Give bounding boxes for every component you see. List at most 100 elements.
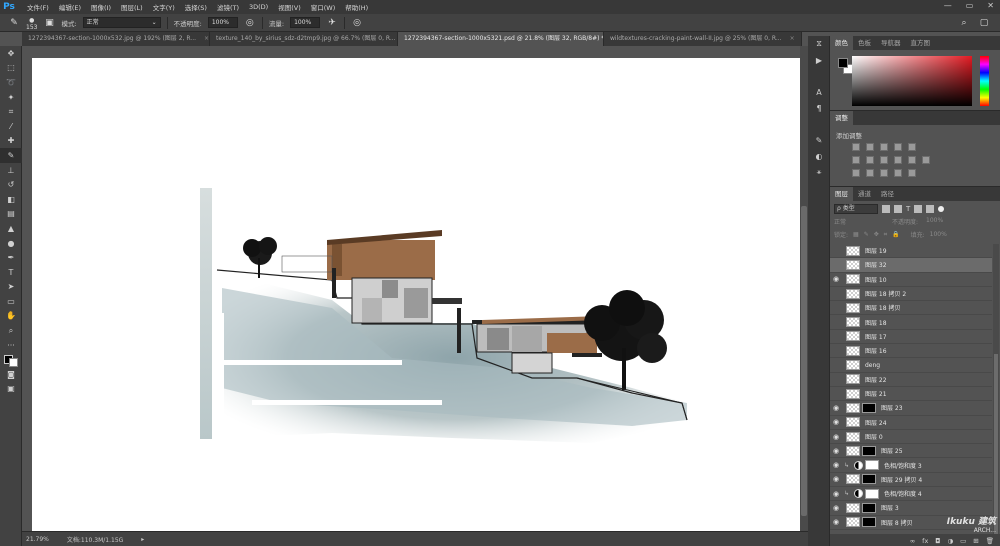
fill-value[interactable]: 100% [930,231,947,238]
layer-name[interactable]: 色相/饱和度 4 [884,489,922,498]
filter-shape-icon[interactable] [914,205,923,213]
filter-adjustment-icon[interactable] [894,205,902,213]
layer-name[interactable]: deng [865,362,880,369]
tab-navigator[interactable]: 导航器 [876,36,906,50]
filter-smart-icon[interactable] [926,205,935,213]
black-white-icon[interactable] [880,156,888,164]
layer-row[interactable]: 图层 18 拷贝 [830,301,992,316]
brush-tool-icon[interactable]: ✎ [8,17,20,29]
layer-name[interactable]: 图层 29 拷贝 4 [881,475,922,484]
menu-filter[interactable]: 滤镜(T) [212,2,244,12]
layer-row[interactable]: ◉ 图层 10 [830,273,992,287]
airbrush-icon[interactable]: ✈ [326,17,338,29]
lock-all-icon[interactable]: 🔒 [892,231,899,238]
canvas-vertical-scrollbar[interactable] [800,46,808,531]
tab-histogram[interactable]: 直方图 [906,36,936,50]
visibility-eye-icon[interactable]: ◉ [830,415,842,429]
layer-name[interactable]: 图层 21 [865,389,887,398]
layer-row[interactable]: ◉ 图层 25 [830,444,992,459]
layer-thumbnail[interactable] [846,288,860,299]
layer-opacity-value[interactable]: 100% [926,217,943,226]
visibility-eye-icon[interactable] [830,358,842,372]
layer-style-icon[interactable]: fx [922,537,928,545]
pressure-opacity-icon[interactable]: ◎ [244,17,256,29]
tab-paths[interactable]: 路径 [876,187,899,201]
layer-thumbnail[interactable] [846,517,860,528]
layer-row[interactable]: 图层 32 [830,258,992,273]
character-icon[interactable]: A [808,84,830,100]
lock-move-icon[interactable]: ✥ [874,231,879,238]
brush-preset-picker[interactable]: ● 153 [26,17,37,31]
layer-mask-thumbnail[interactable] [865,460,879,471]
menu-view[interactable]: 视图(V) [273,2,306,12]
tab-adjustments[interactable]: 调整 [830,111,853,125]
layer-name[interactable]: 图层 3 [881,503,899,512]
visibility-eye-icon[interactable] [830,301,842,315]
layer-thumbnail[interactable] [846,360,860,371]
layer-thumbnail[interactable] [846,317,860,328]
pen-tool-icon[interactable]: ✒ [0,250,22,265]
layer-thumbnail[interactable] [846,331,860,342]
history-brush-tool-icon[interactable]: ↺ [0,177,22,192]
type-tool-icon[interactable]: T [0,265,22,280]
new-group-icon[interactable]: ▭ [960,537,966,545]
crop-tool-icon[interactable]: ⌗ [0,104,22,119]
link-layers-icon[interactable]: ∞ [910,537,915,545]
filter-type-icon[interactable]: T [906,205,910,213]
visibility-eye-icon[interactable]: ◉ [830,444,842,458]
visibility-eye-icon[interactable]: ◉ [830,458,842,472]
eraser-tool-icon[interactable]: ◧ [0,192,22,207]
layer-name[interactable]: 图层 8 拷贝 [881,518,913,527]
channel-mixer-icon[interactable] [908,156,916,164]
tab-document-2[interactable]: texture_140_by_sirius_sdz-d2tmp9.jpg @ 6… [210,32,398,46]
visibility-eye-icon[interactable] [830,372,842,386]
lasso-tool-icon[interactable]: ➰ [0,75,22,90]
menu-layer[interactable]: 图层(L) [116,2,148,12]
canvas-area[interactable] [22,46,802,531]
lock-paint-icon[interactable]: ✎ [864,231,869,238]
layer-name[interactable]: 图层 17 [865,332,887,341]
layer-name[interactable]: 图层 25 [881,446,903,455]
layer-mask-thumbnail[interactable] [865,488,879,499]
layer-name[interactable]: 图层 24 [865,418,887,427]
visibility-eye-icon[interactable]: ◉ [830,472,842,486]
layer-row[interactable]: 图层 16 [830,344,992,359]
foreground-background-color[interactable] [0,352,22,368]
workspace-icon[interactable]: ▢ [978,17,990,29]
menu-3d[interactable]: 3D(D) [244,3,273,11]
color-balance-icon[interactable] [866,156,874,164]
delete-layer-icon[interactable]: 🗑 [986,537,994,545]
new-adjustment-icon[interactable]: ◑ [947,537,953,545]
layer-thumbnail[interactable] [846,245,860,256]
layer-mask-thumbnail[interactable] [862,517,876,528]
color-lookup-icon[interactable] [922,156,930,164]
stamp-tool-icon[interactable]: ⊥ [0,163,22,178]
lock-artboard-icon[interactable]: ⌗ [884,231,887,239]
visibility-eye-icon[interactable] [830,244,842,258]
invert-icon[interactable] [852,169,860,177]
brush-tool-icon[interactable]: ✎ [0,148,22,163]
layer-thumbnail[interactable] [846,502,860,513]
menu-window[interactable]: 窗口(W) [306,2,341,12]
marquee-tool-icon[interactable]: ⬚ [0,61,22,76]
visibility-eye-icon[interactable]: ◉ [830,501,842,515]
visibility-eye-icon[interactable] [830,287,842,301]
quick-mask-icon[interactable]: ◙ [0,367,22,382]
blend-mode-select[interactable]: 正常 [834,217,884,226]
tab-document-4[interactable]: wildtextures-cracking-paint-wall-II.jpg … [604,32,802,46]
layer-row[interactable]: 图层 19 [830,244,992,259]
menu-select[interactable]: 选择(S) [180,2,212,12]
vibrance-icon[interactable] [908,143,916,151]
layer-row[interactable]: ◉ 图层 0 [830,430,992,445]
blur-tool-icon[interactable]: ▲ [0,221,22,236]
photo-filter-icon[interactable] [894,156,902,164]
rectangle-tool-icon[interactable]: ▭ [0,294,22,309]
layer-filter-select[interactable]: ρ 类型 [834,204,878,214]
layer-mask-thumbnail[interactable] [862,402,876,413]
menu-image[interactable]: 图像(I) [86,2,116,12]
document-canvas[interactable] [32,58,800,531]
visibility-eye-icon[interactable] [830,344,842,358]
scrollbar-thumb[interactable] [801,206,807,516]
layer-mask-thumbnail[interactable] [862,502,876,513]
layer-row[interactable]: ◉ 图层 23 [830,401,992,416]
